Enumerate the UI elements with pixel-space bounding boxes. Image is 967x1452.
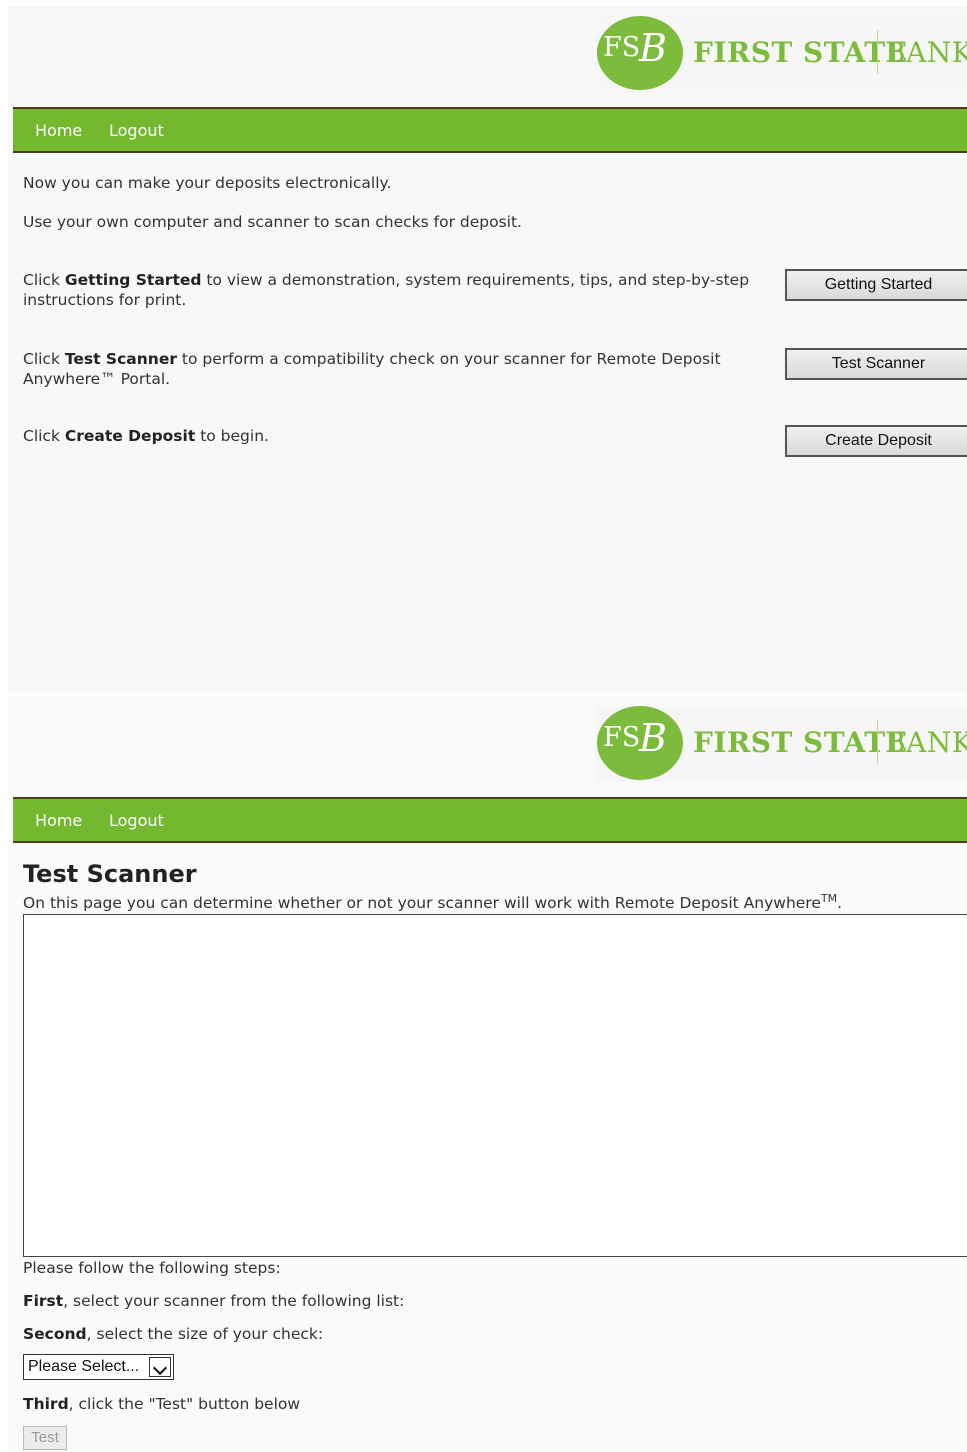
step-first: First, select your scanner from the foll…: [23, 1291, 404, 1311]
logo-fs: FS: [603, 32, 641, 63]
getting-started-button[interactable]: Getting Started: [785, 269, 967, 301]
create-deposit-description: Click Create Deposit to begin.: [23, 426, 269, 446]
test-scanner-description: Click Test Scanner to perform a compatib…: [23, 349, 775, 389]
step-second-text: , select the size of your check:: [86, 1325, 324, 1343]
steps-intro: Please follow the following steps:: [23, 1259, 281, 1277]
description-bold: Create Deposit: [64, 427, 196, 445]
step-first-label: First: [23, 1292, 64, 1310]
nav-logout-link[interactable]: Logout: [109, 121, 164, 140]
create-deposit-button[interactable]: Create Deposit: [785, 425, 967, 457]
logo-b: B: [639, 26, 667, 70]
deposit-home-panel: FS B FIRST STATE BANK Home Logout Now yo…: [8, 6, 967, 692]
page-subtitle: On this page you can determine whether o…: [23, 892, 842, 912]
logo-fs: FS: [603, 722, 641, 753]
check-size-select-value: Please Select...: [28, 1358, 140, 1375]
trademark: TM: [820, 892, 838, 905]
nav-logout-link[interactable]: Logout: [109, 811, 164, 830]
logo-b: B: [639, 716, 667, 760]
nav-home-link[interactable]: Home: [35, 811, 82, 830]
main-nav: Home Logout: [13, 107, 967, 153]
logo-divider: [877, 30, 878, 74]
description-prefix: Click: [23, 427, 65, 445]
scanner-test-area[interactable]: [23, 914, 967, 1257]
step-third-label: Third: [23, 1395, 69, 1413]
logo-bank: BANK: [885, 36, 967, 69]
step-first-text: , select your scanner from the following…: [63, 1292, 405, 1310]
intro-line-2: Use your own computer and scanner to sca…: [23, 213, 522, 231]
subtitle-period: .: [837, 894, 843, 913]
check-size-select[interactable]: Please Select...: [23, 1354, 174, 1380]
logo-first-state: FIRST STATE: [693, 36, 908, 69]
logo-divider: [877, 720, 878, 764]
test-button[interactable]: Test: [23, 1426, 67, 1450]
nav-home-link[interactable]: Home: [35, 121, 82, 140]
description-prefix: Click: [23, 350, 65, 368]
logo-first-state: FIRST STATE: [693, 726, 908, 759]
step-second: Second, select the size of your check:: [23, 1324, 323, 1344]
description-bold: Getting Started: [64, 271, 202, 289]
main-nav: Home Logout: [13, 797, 967, 843]
subtitle-text: On this page you can determine whether o…: [23, 894, 821, 913]
description-prefix: Click: [23, 271, 65, 289]
getting-started-description: Click Getting Started to view a demonstr…: [23, 270, 771, 310]
logo-bank: BANK: [885, 726, 967, 759]
test-scanner-panel: FS B FIRST STATE BANK Home Logout Test S…: [8, 696, 967, 1452]
chevron-down-icon[interactable]: [149, 1357, 171, 1377]
description-text: to begin.: [195, 427, 269, 445]
page-title: Test Scanner: [23, 860, 197, 888]
bank-logo: FS B FIRST STATE BANK: [595, 706, 967, 782]
bank-logo: FS B FIRST STATE BANK: [595, 16, 967, 92]
step-third: Third, click the "Test" button below: [23, 1394, 300, 1414]
step-second-label: Second: [23, 1325, 87, 1343]
intro-line-1: Now you can make your deposits electroni…: [23, 174, 392, 192]
step-third-text: , click the "Test" button below: [68, 1395, 301, 1413]
description-bold: Test Scanner: [64, 350, 177, 368]
test-scanner-button[interactable]: Test Scanner: [785, 348, 967, 380]
